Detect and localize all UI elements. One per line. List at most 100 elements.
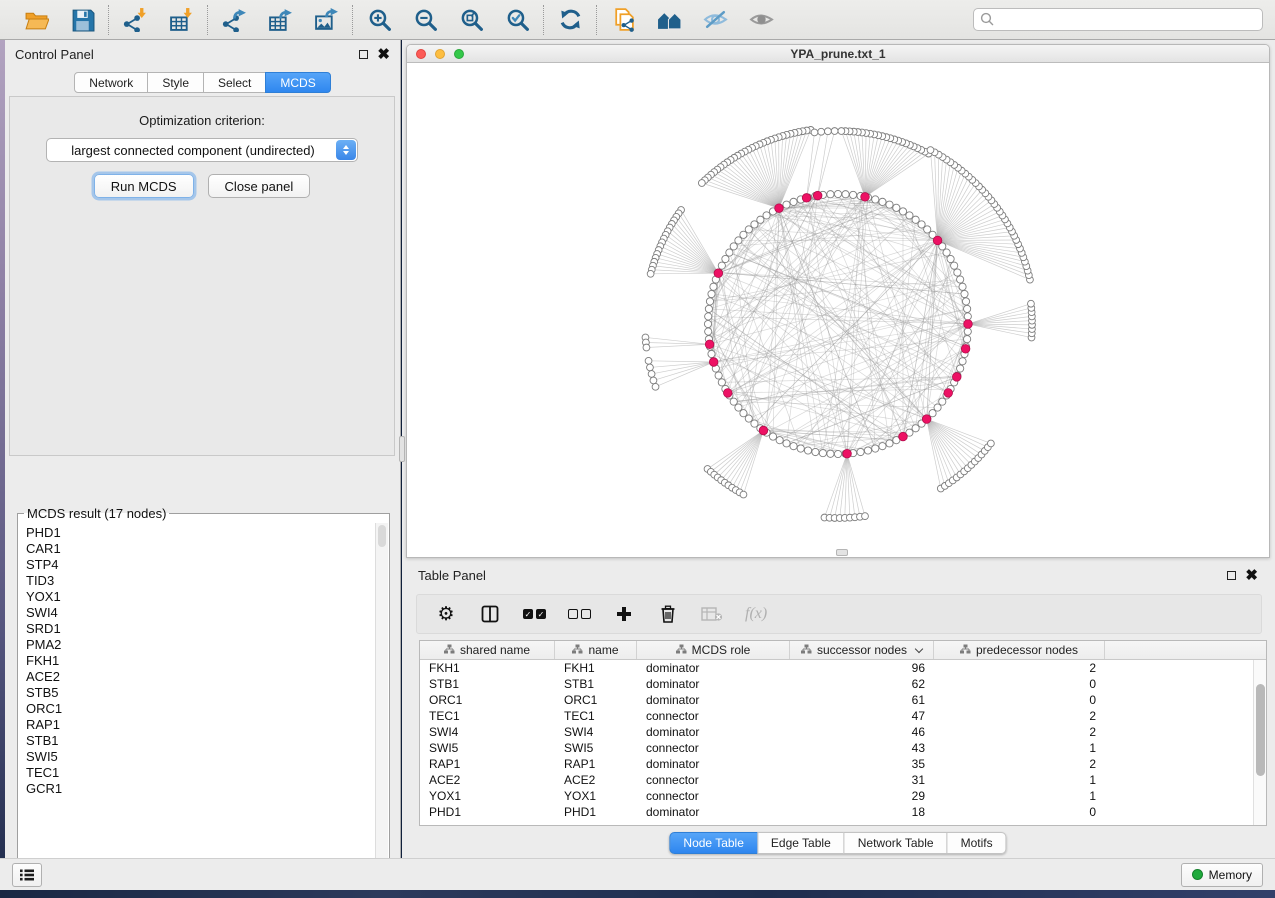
table-row[interactable]: SWI4SWI4dominator462 (420, 724, 1253, 740)
table-row[interactable]: YOX1YOX1connector291 (420, 788, 1253, 804)
network-window-titlebar[interactable]: YPA_prune.txt_1 (407, 45, 1269, 63)
unselect-all-columns-icon[interactable] (568, 601, 591, 627)
column-header-MCDS-role[interactable]: MCDS role (637, 641, 790, 659)
export-network-icon[interactable] (220, 6, 248, 34)
copy-network-icon[interactable] (609, 6, 637, 34)
cell-predecessor-nodes: 1 (934, 789, 1105, 803)
open-file-icon[interactable] (22, 6, 50, 34)
vertical-split-handle[interactable] (399, 436, 405, 462)
column-header-shared-name[interactable]: shared name (420, 641, 555, 659)
right-pane: YPA_prune.txt_1 Table Panel ✖ ⚙ ✓✓ (402, 40, 1275, 858)
mcds-result-item[interactable]: GCR1 (26, 781, 375, 797)
tab-motifs[interactable]: Motifs (947, 832, 1007, 854)
zoom-in-icon[interactable] (365, 6, 393, 34)
cell-MCDS-role: dominator (637, 757, 790, 771)
mcds-result-item[interactable]: CAR1 (26, 541, 375, 557)
float-table-panel-icon[interactable] (1227, 571, 1236, 580)
mcds-result-item[interactable]: PMA2 (26, 637, 375, 653)
import-network-icon[interactable] (121, 6, 149, 34)
mcds-result-item[interactable]: TEC1 (26, 765, 375, 781)
task-history-button[interactable] (12, 863, 42, 887)
mcds-result-item[interactable]: STB1 (26, 733, 375, 749)
column-type-icon (444, 643, 455, 657)
float-panel-icon[interactable] (359, 50, 368, 59)
table-row[interactable]: SWI5SWI5connector431 (420, 740, 1253, 756)
table-row[interactable]: ORC1ORC1dominator610 (420, 692, 1253, 708)
column-header-successor-nodes[interactable]: successor nodes (790, 641, 934, 659)
table-settings-gear-icon[interactable]: ⚙ (435, 601, 457, 627)
hide-selected-icon[interactable] (701, 6, 729, 34)
window-close-icon[interactable] (416, 49, 426, 59)
export-image-icon[interactable] (312, 6, 340, 34)
tab-network[interactable]: Network (74, 72, 148, 93)
mcds-result-scrollbar[interactable] (375, 523, 388, 876)
mcds-result-item[interactable]: TID3 (26, 573, 375, 589)
cell-shared-name: ORC1 (420, 693, 555, 707)
mcds-result-item[interactable]: RAP1 (26, 717, 375, 733)
horizontal-split-handle[interactable] (836, 549, 848, 556)
memory-button[interactable]: Memory (1181, 863, 1263, 887)
column-header-predecessor-nodes[interactable]: predecessor nodes (934, 641, 1105, 659)
table-row[interactable]: PHD1PHD1dominator180 (420, 804, 1253, 820)
mcds-result-item[interactable]: SWI5 (26, 749, 375, 765)
mcds-result-item[interactable]: SRD1 (26, 621, 375, 637)
close-panel-icon[interactable]: ✖ (377, 47, 390, 62)
save-session-icon[interactable] (68, 6, 96, 34)
zoom-selected-icon[interactable] (503, 6, 531, 34)
tab-mcds[interactable]: MCDS (265, 72, 330, 93)
table-row[interactable]: TEC1TEC1connector472 (420, 708, 1253, 724)
run-mcds-button[interactable]: Run MCDS (94, 174, 194, 198)
table-row[interactable]: RAP1RAP1dominator352 (420, 756, 1253, 772)
delete-column-trash-icon[interactable] (657, 601, 679, 627)
network-canvas[interactable] (407, 63, 1270, 558)
table-row[interactable]: FKH1FKH1dominator962 (420, 660, 1253, 676)
cell-shared-name: SWI4 (420, 725, 555, 739)
search-input[interactable] (973, 8, 1263, 31)
tab-node-table[interactable]: Node Table (669, 832, 758, 854)
select-all-columns-icon[interactable]: ✓✓ (523, 601, 546, 627)
column-type-icon (572, 643, 583, 657)
cell-shared-name: SWI5 (420, 741, 555, 755)
window-minimize-icon[interactable] (435, 49, 445, 59)
cell-successor-nodes: 62 (790, 677, 934, 691)
tab-select[interactable]: Select (203, 72, 266, 93)
zoom-fit-icon[interactable] (457, 6, 485, 34)
show-all-icon[interactable] (747, 6, 775, 34)
mcds-result-item[interactable]: PHD1 (26, 525, 375, 541)
mcds-result-list[interactable]: PHD1CAR1STP4TID3YOX1SWI4SRD1PMA2FKH1ACE2… (19, 523, 375, 876)
mcds-result-item[interactable]: ACE2 (26, 669, 375, 685)
tab-style[interactable]: Style (147, 72, 204, 93)
zoom-out-icon[interactable] (411, 6, 439, 34)
create-column-plus-icon[interactable] (613, 601, 635, 627)
mcds-result-item[interactable]: ORC1 (26, 701, 375, 717)
table-scrollbar-thumb[interactable] (1256, 684, 1265, 776)
cytoscape-window: Control Panel ✖ NetworkStyleSelectMCDS O… (0, 0, 1275, 898)
mcds-result-item[interactable]: STP4 (26, 557, 375, 573)
network-graph[interactable] (407, 63, 1270, 558)
column-header-name[interactable]: name (555, 641, 637, 659)
cell-MCDS-role: dominator (637, 661, 790, 675)
table-row[interactable]: STB1STB1dominator620 (420, 676, 1253, 692)
import-table-icon[interactable] (167, 6, 195, 34)
tab-edge-table[interactable]: Edge Table (757, 832, 845, 854)
show-columns-icon[interactable] (479, 601, 501, 627)
memory-status-dot (1192, 869, 1203, 880)
first-neighbors-icon[interactable] (655, 6, 683, 34)
close-panel-button[interactable]: Close panel (208, 174, 311, 198)
table-row[interactable]: ACE2ACE2connector311 (420, 772, 1253, 788)
mcds-result-item[interactable]: YOX1 (26, 589, 375, 605)
table-scrollbar[interactable] (1253, 660, 1266, 825)
criterion-dropdown[interactable]: largest connected component (undirected) (46, 138, 358, 162)
toolbar-groups (10, 5, 787, 35)
column-type-icon (960, 643, 971, 657)
refresh-icon[interactable] (556, 6, 584, 34)
mcds-result-item[interactable]: FKH1 (26, 653, 375, 669)
tab-network-table[interactable]: Network Table (844, 832, 948, 854)
mcds-result-item[interactable]: SWI4 (26, 605, 375, 621)
close-table-panel-icon[interactable]: ✖ (1245, 568, 1258, 583)
window-maximize-icon[interactable] (454, 49, 464, 59)
export-table-icon[interactable] (266, 6, 294, 34)
mcds-result-item[interactable]: STB5 (26, 685, 375, 701)
desktop-wallpaper-bottom (0, 890, 1275, 898)
cell-shared-name: YOX1 (420, 789, 555, 803)
